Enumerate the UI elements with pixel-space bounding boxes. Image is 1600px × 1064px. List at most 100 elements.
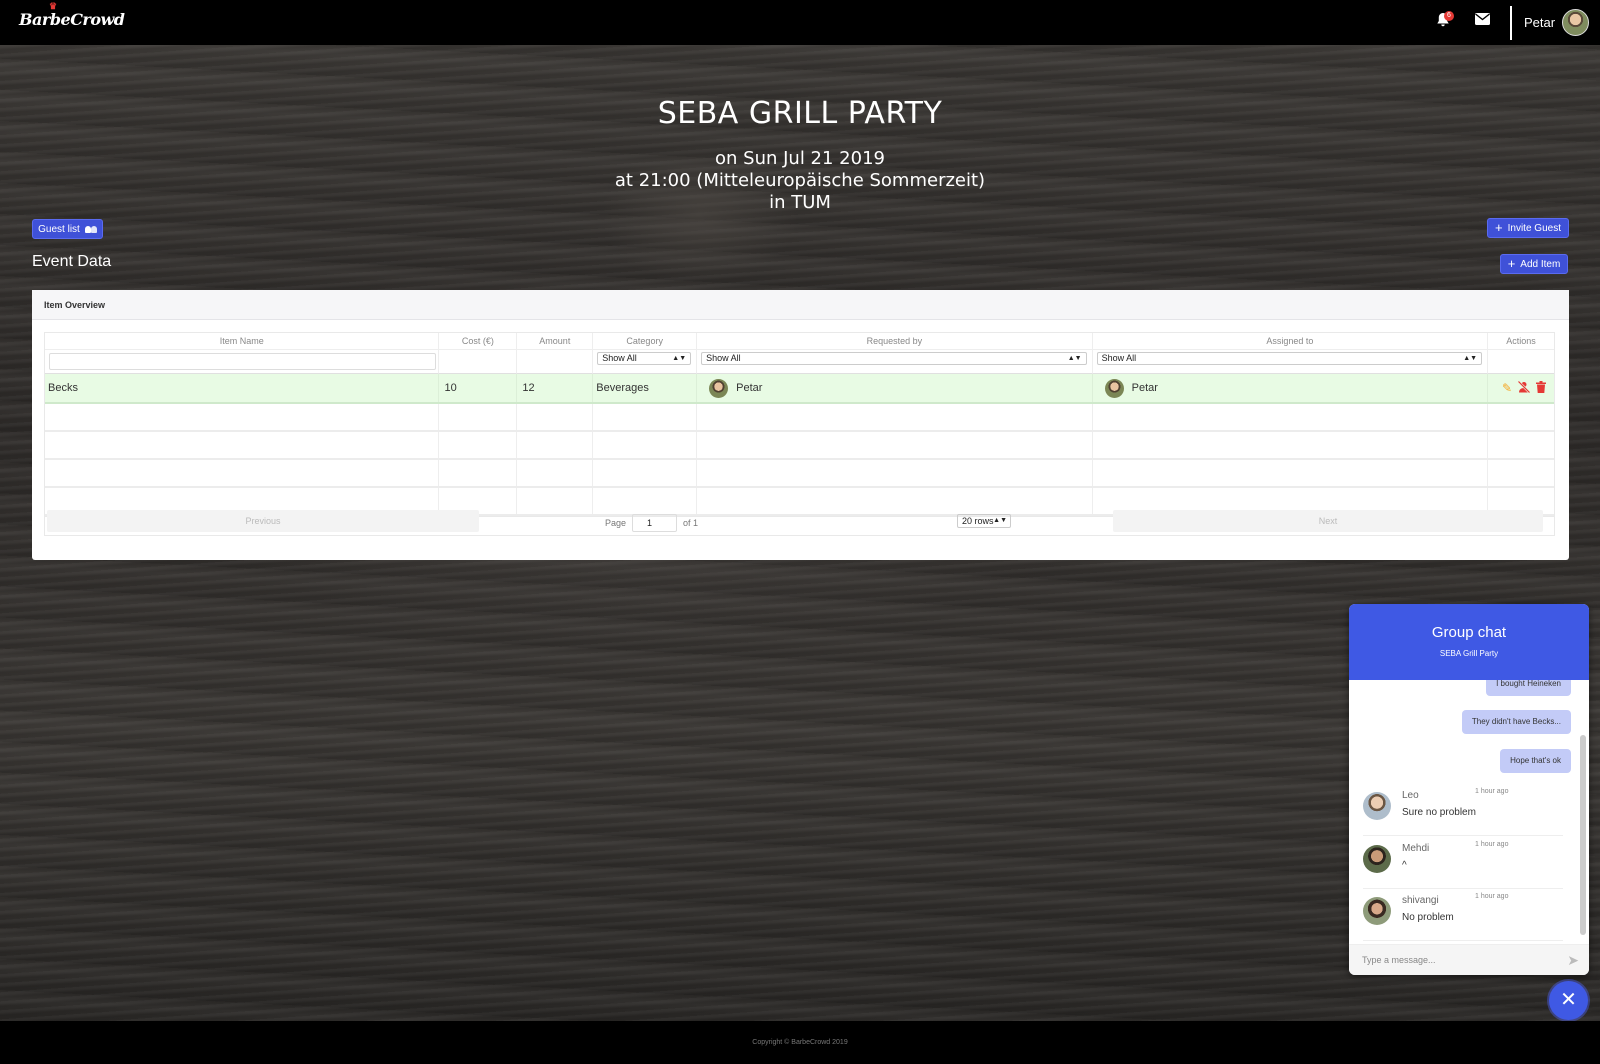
group-chat-widget: Group chat SEBA Grill Party I bought Hei…: [1349, 604, 1589, 975]
table-row[interactable]: Becks 10 12 Beverages Petar Petar ✎: [45, 374, 1554, 404]
filter-cell-item-name: [45, 350, 440, 374]
select-arrows-icon: ▲▼: [1067, 355, 1082, 362]
own-message-bubble: I bought Heineken: [1486, 680, 1571, 696]
copyright-text: Copyright © BarbeCrowd 2019: [752, 1039, 848, 1046]
column-header-requested-by[interactable]: Requested by: [697, 333, 1093, 350]
table-filters: Show All ▲▼ Show All ▲▼ Show All ▲▼: [45, 350, 1554, 374]
message-text: Sure no problem: [1402, 807, 1476, 818]
message-author: Mehdi: [1402, 843, 1430, 854]
row-actions: ✎: [1491, 374, 1554, 402]
empty-cell: [517, 432, 594, 458]
add-item-button[interactable]: + Add Item: [1500, 254, 1568, 274]
chat-title: Group chat: [1431, 624, 1507, 641]
invite-guest-button[interactable]: + Invite Guest: [1487, 218, 1569, 238]
filter-cell-assigned-to: Show All ▲▼: [1092, 350, 1489, 374]
filter-cell-amount: [517, 350, 594, 374]
invite-guest-label: Invite Guest: [1507, 222, 1561, 234]
chef-hat-icon: ♛: [49, 2, 57, 12]
empty-cell: [517, 404, 594, 430]
send-icon[interactable]: ➤: [1567, 945, 1579, 975]
column-header-actions: Actions: [1488, 333, 1554, 350]
next-page-button[interactable]: Next: [1113, 510, 1543, 532]
column-header-item-name[interactable]: Item Name: [45, 333, 440, 350]
assigned-to-name: Petar: [1131, 382, 1158, 394]
message-time: 1 hour ago: [1475, 841, 1509, 848]
chat-input-placeholder: Type a message...: [1362, 955, 1436, 965]
requested-by-cell: Petar: [697, 374, 1093, 402]
amount-cell: 12: [517, 374, 594, 402]
own-message-bubble: They didn't have Becks...: [1461, 710, 1571, 734]
empty-cell: [593, 432, 698, 458]
empty-cell: [1093, 404, 1489, 430]
chat-message: Mehdi 1 hour ago ^: [1363, 841, 1563, 889]
close-icon: ✕: [1560, 989, 1577, 1011]
avatar: [1363, 897, 1391, 925]
page-number-input[interactable]: 1: [632, 514, 678, 532]
brand-name: BarbeCrowd: [19, 10, 125, 29]
empty-cell: [1488, 432, 1554, 458]
assigned-to-cell: Petar: [1093, 374, 1489, 402]
empty-cell: [697, 432, 1093, 458]
cost-cell: 10: [439, 374, 518, 402]
unassign-user-icon[interactable]: [1517, 380, 1531, 395]
items-table: Item Name Cost (€) Amount Category Reque…: [44, 332, 1555, 517]
column-header-amount[interactable]: Amount: [517, 333, 594, 350]
chat-scrollbar[interactable]: [1580, 735, 1586, 935]
filter-cell-cost: [439, 350, 518, 374]
actions-cell: ✎: [1488, 374, 1554, 402]
category-filter-select[interactable]: Show All ▲▼: [597, 352, 692, 365]
empty-cell: [697, 404, 1093, 430]
avatar: [1104, 378, 1124, 398]
user-name[interactable]: Petar: [1524, 15, 1555, 30]
trash-icon[interactable]: [1536, 381, 1546, 395]
chat-messages[interactable]: I bought Heineken They didn't have Becks…: [1349, 680, 1589, 944]
column-header-assigned-to[interactable]: Assigned to: [1092, 333, 1489, 350]
brand-logo[interactable]: ♛ BarbeCrowd: [19, 2, 125, 29]
message-time: 1 hour ago: [1475, 893, 1509, 900]
chat-message-input[interactable]: Type a message... ➤: [1349, 944, 1589, 975]
event-date: on Sun Jul 21 2019: [715, 148, 885, 169]
guest-list-button[interactable]: Guest list: [32, 219, 103, 239]
item-name-cell: Becks: [45, 374, 440, 402]
previous-page-button[interactable]: Previous: [47, 510, 479, 532]
item-overview-card: Item Overview Item Name Cost (€) Amount …: [32, 290, 1569, 560]
rows-per-page-select[interactable]: 20 rows ▲▼: [957, 514, 1011, 528]
empty-cell: [439, 460, 518, 486]
requested-by-person: Petar: [700, 374, 1091, 402]
empty-cell: [45, 432, 440, 458]
empty-table-row: [45, 460, 1554, 488]
empty-cell: [1488, 460, 1554, 486]
empty-table-row: [45, 432, 1554, 460]
close-chat-button[interactable]: ✕: [1549, 981, 1588, 1020]
guest-list-label: Guest list: [38, 223, 80, 235]
empty-cell: [517, 460, 594, 486]
chat-subtitle: SEBA Grill Party: [1439, 649, 1499, 658]
column-header-category[interactable]: Category: [593, 333, 698, 350]
event-location: in TUM: [769, 192, 831, 213]
pagination: Previous Page 1 of 1 20 rows ▲▼ Next: [44, 507, 1555, 536]
requested-by-filter-select[interactable]: Show All ▲▼: [701, 352, 1087, 365]
filter-cell-category: Show All ▲▼: [593, 350, 698, 374]
avatar: [1363, 792, 1391, 820]
edit-pencil-icon[interactable]: ✎: [1502, 382, 1512, 394]
column-header-cost[interactable]: Cost (€): [439, 333, 518, 350]
section-title: Event Data: [32, 253, 112, 270]
user-avatar[interactable]: [1562, 9, 1589, 36]
requested-by-name: Petar: [736, 382, 763, 394]
item-name-filter-input[interactable]: [49, 353, 436, 370]
mail-icon[interactable]: [1472, 12, 1492, 32]
assigned-to-filter-select[interactable]: Show All ▲▼: [1096, 352, 1483, 365]
rows-per-page-value: 20 rows: [962, 516, 994, 526]
empty-cell: [45, 404, 440, 430]
empty-cell: [697, 460, 1093, 486]
avatar: [709, 378, 729, 398]
empty-cell: [45, 460, 440, 486]
plus-icon: +: [1495, 220, 1503, 235]
select-arrows-icon: ▲▼: [672, 355, 687, 362]
category-filter-value: Show All: [602, 353, 637, 363]
users-icon: [84, 225, 97, 233]
message-author: Leo: [1402, 790, 1419, 801]
requested-by-filter-value: Show All: [706, 353, 741, 363]
empty-table-row: [45, 404, 1554, 432]
add-item-label: Add Item: [1520, 258, 1561, 270]
